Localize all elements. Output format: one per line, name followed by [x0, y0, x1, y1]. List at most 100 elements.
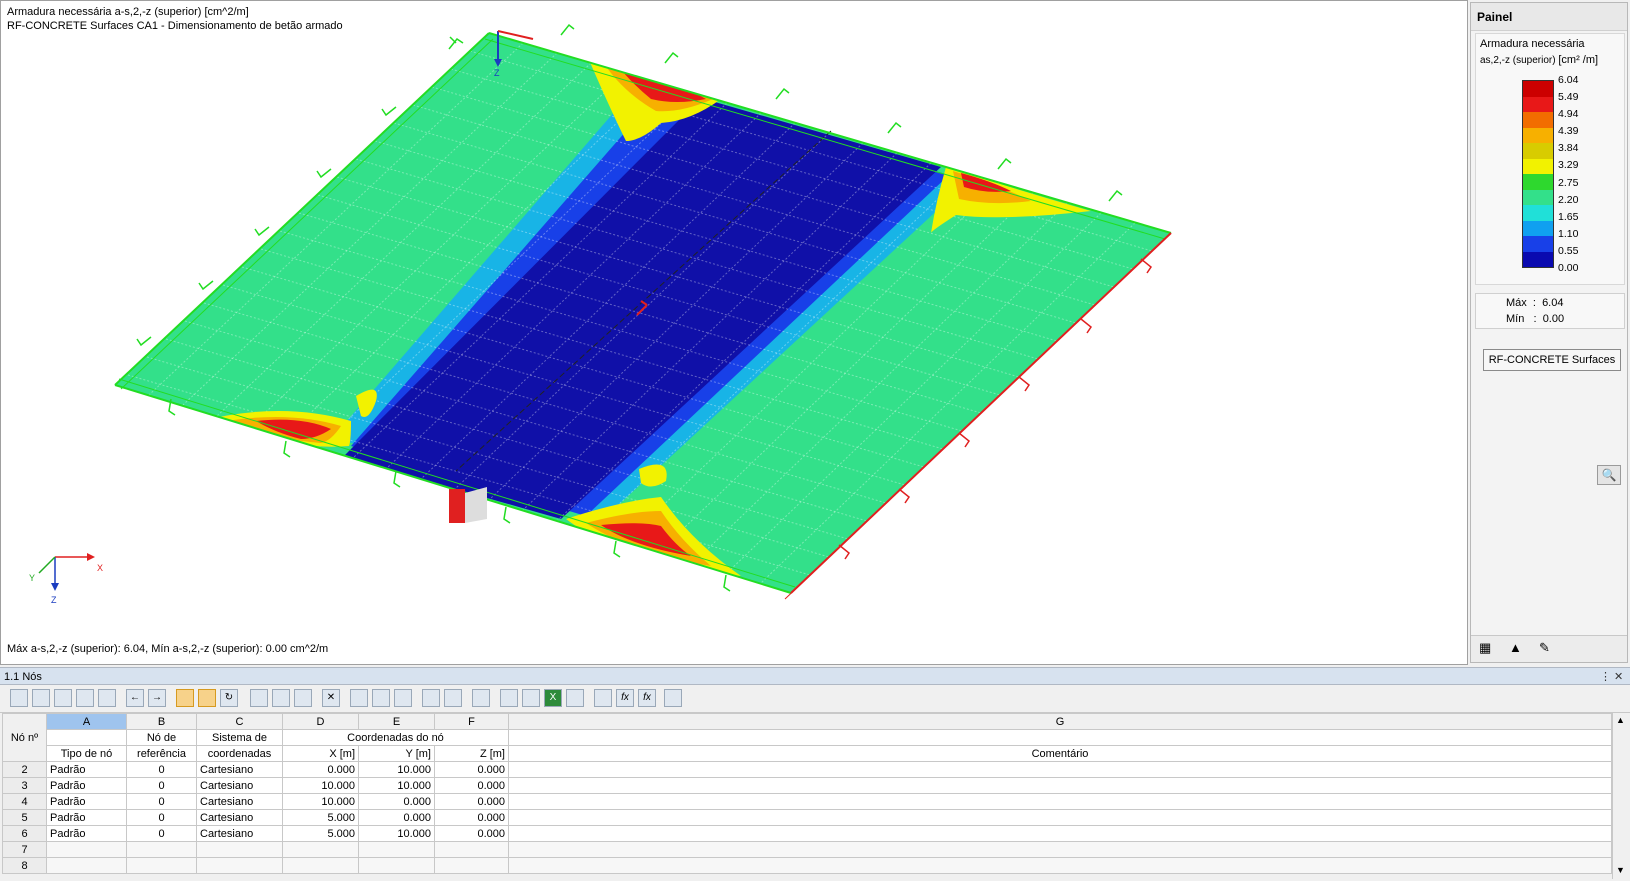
cell-type[interactable]: Padrão: [46, 793, 127, 810]
rf-concrete-surfaces-button[interactable]: RF-CONCRETE Surfaces: [1483, 349, 1621, 371]
pin-icon[interactable]: ⋮: [1600, 668, 1611, 686]
prev-table-icon[interactable]: ←: [126, 689, 144, 707]
cell-type[interactable]: Padrão: [46, 825, 127, 842]
table-row[interactable]: 2 Padrão 0 Cartesiano 0.000 10.000 0.000: [2, 761, 1612, 778]
cell-comment[interactable]: [508, 841, 1612, 858]
refresh-icon[interactable]: ↻: [220, 689, 238, 707]
sync-selection-icon[interactable]: [198, 689, 216, 707]
delete-icon[interactable]: [372, 689, 390, 707]
row-number[interactable]: 7: [2, 841, 47, 858]
cell-z[interactable]: 0.000: [434, 761, 509, 778]
col-letter-e[interactable]: E: [358, 713, 435, 730]
table-row[interactable]: 3 Padrão 0 Cartesiano 10.000 10.000 0.000: [2, 777, 1612, 794]
graphic-icon[interactable]: [10, 689, 28, 707]
cell-z[interactable]: [434, 841, 509, 858]
import-icon[interactable]: [500, 689, 518, 707]
col-letter-f[interactable]: F: [434, 713, 509, 730]
row-number[interactable]: 5: [2, 809, 47, 826]
cell-ref[interactable]: 0: [126, 809, 197, 826]
filter-tab-icon[interactable]: ✎: [1539, 640, 1550, 656]
cell-comment[interactable]: [508, 857, 1612, 874]
export-icon[interactable]: [522, 689, 540, 707]
cell-x[interactable]: 10.000: [282, 777, 359, 794]
row-number[interactable]: 3: [2, 777, 47, 794]
cell-z[interactable]: 0.000: [434, 777, 509, 794]
cell-ref[interactable]: 0: [126, 777, 197, 794]
row-number[interactable]: 2: [2, 761, 47, 778]
cell-sys[interactable]: [196, 857, 283, 874]
table-row[interactable]: 8: [2, 857, 1612, 874]
col-letter-d[interactable]: D: [282, 713, 359, 730]
cancel-icon[interactable]: ✕: [322, 689, 340, 707]
grid-icon[interactable]: [422, 689, 440, 707]
cell-sys[interactable]: Cartesiano: [196, 761, 283, 778]
cell-x[interactable]: 5.000: [282, 825, 359, 842]
col-letter-b[interactable]: B: [126, 713, 197, 730]
model-viewport[interactable]: Armadura necessária a-s,2,-z (superior) …: [0, 0, 1468, 665]
insert-row-icon[interactable]: [32, 689, 50, 707]
plate-model[interactable]: Z: [1, 1, 1467, 664]
cell-type[interactable]: Padrão: [46, 809, 127, 826]
cell-ref[interactable]: 0: [126, 825, 197, 842]
sort-icon[interactable]: [594, 689, 612, 707]
close-icon[interactable]: ✕: [1614, 668, 1623, 686]
cut-icon[interactable]: [350, 689, 368, 707]
color-scale-tab-icon[interactable]: ▦: [1479, 640, 1491, 656]
col-letter-c[interactable]: C: [196, 713, 283, 730]
table-row[interactable]: 6 Padrão 0 Cartesiano 5.000 10.000 0.000: [2, 825, 1612, 842]
table-scrollbar[interactable]: ▲ ▼: [1612, 713, 1629, 879]
table-edit-icon[interactable]: [76, 689, 94, 707]
table-row[interactable]: 7: [2, 841, 1612, 858]
table-view-icon[interactable]: [98, 689, 116, 707]
cell-ref[interactable]: [126, 841, 197, 858]
cell-type[interactable]: Padrão: [46, 777, 127, 794]
cell-ref[interactable]: 0: [126, 761, 197, 778]
col-letter-a[interactable]: A: [46, 713, 127, 730]
fit-icon[interactable]: [294, 689, 312, 707]
factors-tab-icon[interactable]: ▲: [1509, 640, 1522, 655]
cell-type[interactable]: [46, 857, 127, 874]
cell-y[interactable]: 10.000: [358, 825, 435, 842]
function-clear-icon[interactable]: fx: [638, 689, 656, 707]
cell-comment[interactable]: [508, 825, 1612, 842]
cell-y[interactable]: 0.000: [358, 793, 435, 810]
zoom-out-icon[interactable]: [272, 689, 290, 707]
cell-sys[interactable]: Cartesiano: [196, 777, 283, 794]
cell-ref[interactable]: [126, 857, 197, 874]
row-number[interactable]: 4: [2, 793, 47, 810]
check-icon[interactable]: [472, 689, 490, 707]
cell-y[interactable]: 0.000: [358, 809, 435, 826]
cell-y[interactable]: 10.000: [358, 777, 435, 794]
col-letter-g[interactable]: G: [508, 713, 1612, 730]
paste-icon[interactable]: [394, 689, 412, 707]
magnifier-icon[interactable]: 🔍: [1597, 465, 1621, 485]
table-row[interactable]: 4 Padrão 0 Cartesiano 10.000 0.000 0.000: [2, 793, 1612, 810]
cell-z[interactable]: 0.000: [434, 809, 509, 826]
cell-sys[interactable]: [196, 841, 283, 858]
next-table-icon[interactable]: →: [148, 689, 166, 707]
cell-type[interactable]: Padrão: [46, 761, 127, 778]
columns-icon[interactable]: [444, 689, 462, 707]
header-node-no[interactable]: Nó nº: [2, 713, 47, 762]
color-scale[interactable]: [1522, 80, 1554, 268]
row-number[interactable]: 8: [2, 857, 47, 874]
cell-sys[interactable]: Cartesiano: [196, 809, 283, 826]
cell-ref[interactable]: 0: [126, 793, 197, 810]
cell-z[interactable]: 0.000: [434, 793, 509, 810]
cell-sys[interactable]: Cartesiano: [196, 793, 283, 810]
cell-x[interactable]: 10.000: [282, 793, 359, 810]
zoom-in-icon[interactable]: [250, 689, 268, 707]
cell-comment[interactable]: [508, 809, 1612, 826]
row-number[interactable]: 6: [2, 825, 47, 842]
cell-comment[interactable]: [508, 793, 1612, 810]
function-icon[interactable]: fx: [616, 689, 634, 707]
delete-row-icon[interactable]: [54, 689, 72, 707]
cell-x[interactable]: [282, 857, 359, 874]
cell-x[interactable]: 5.000: [282, 809, 359, 826]
cell-x[interactable]: 0.000: [282, 761, 359, 778]
cell-sys[interactable]: Cartesiano: [196, 825, 283, 842]
cell-x[interactable]: [282, 841, 359, 858]
lock-icon[interactable]: [664, 689, 682, 707]
cell-comment[interactable]: [508, 777, 1612, 794]
cell-z[interactable]: [434, 857, 509, 874]
